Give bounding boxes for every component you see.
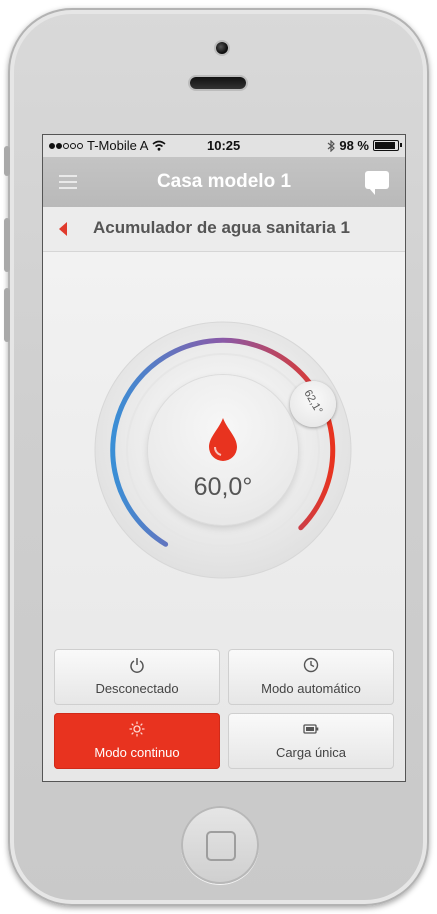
back-arrow-icon[interactable]: [59, 222, 67, 236]
mode-label: Modo automático: [261, 681, 361, 696]
nav-bar: Casa modelo 1: [43, 157, 405, 207]
current-temperature: 60,0°: [193, 473, 253, 501]
front-camera: [216, 42, 228, 54]
mode-label: Desconectado: [95, 681, 179, 696]
wifi-icon: [152, 140, 166, 151]
nav-title: Casa modelo 1: [156, 171, 292, 192]
mode-button-automatico[interactable]: Modo automático: [228, 649, 394, 705]
earpiece-speaker: [190, 77, 246, 89]
signal-strength-icon: [49, 142, 83, 149]
home-square-icon: [206, 831, 236, 861]
battery-percent: 98 %: [339, 138, 369, 153]
setpoint-value: 62,1°: [301, 387, 325, 417]
dial-center: 60,0°: [148, 375, 298, 525]
screen: T-Mobile A 10:25 98 % Casa modelo 1 Acum…: [42, 134, 406, 782]
clock-icon: [303, 657, 319, 673]
mode-button-continuo[interactable]: Modo continuo: [54, 713, 220, 769]
mode-button-carga-unica[interactable]: Carga única: [228, 713, 394, 769]
volume-down-button: [4, 288, 10, 342]
setpoint-knob[interactable]: 62,1°: [290, 381, 336, 427]
bluetooth-icon: [327, 139, 336, 152]
mute-switch: [4, 146, 10, 176]
status-bar: T-Mobile A 10:25 98 %: [43, 135, 405, 157]
water-drop-icon: [209, 418, 237, 461]
battery-icon: [303, 724, 319, 734]
mode-label: Modo continuo: [94, 745, 180, 760]
carrier-label: T-Mobile A: [87, 138, 149, 153]
battery-icon: [373, 140, 402, 151]
chat-icon[interactable]: [365, 171, 389, 195]
mode-label: Carga única: [275, 745, 347, 760]
home-button[interactable]: [181, 806, 259, 884]
temperature-dial[interactable]: 60,0° 62,1°: [91, 318, 355, 582]
mode-button-desconectado[interactable]: Desconectado: [54, 649, 220, 705]
power-icon: [130, 658, 144, 673]
device-title: Acumulador de agua sanitaria 1: [93, 218, 350, 237]
main-content: 60,0° 62,1° Desconectado Modo automático: [43, 252, 405, 781]
clock-time: 10:25: [207, 138, 241, 153]
volume-up-button: [4, 218, 10, 272]
sun-icon: [129, 721, 145, 737]
sub-header: Acumulador de agua sanitaria 1: [43, 207, 405, 252]
